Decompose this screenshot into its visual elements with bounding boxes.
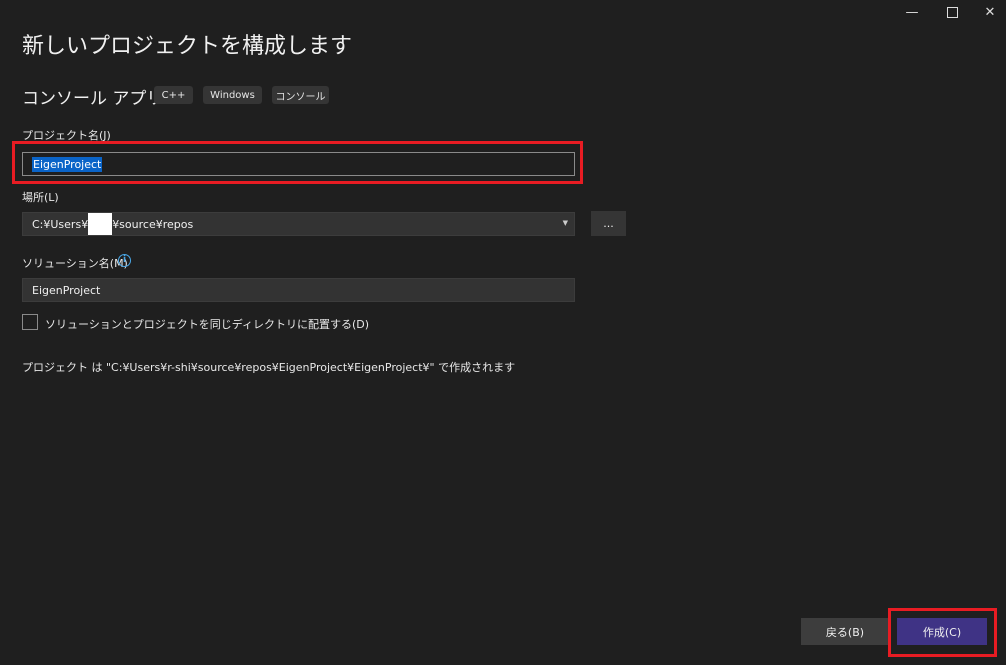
tag-windows: Windows: [203, 86, 262, 104]
close-button[interactable]: ✕: [971, 0, 1006, 24]
tag-cpp: C++: [154, 86, 193, 104]
location-dropdown[interactable]: C:¥Users¥ ¥source¥repos ▼: [22, 212, 575, 236]
browse-button[interactable]: ...: [591, 211, 626, 236]
solution-name-label: ソリューション名(M): [22, 255, 128, 271]
back-button[interactable]: 戻る(B): [801, 618, 889, 645]
tag-console: コンソール: [272, 86, 329, 104]
solution-name-value: EigenProject: [32, 284, 100, 297]
info-icon[interactable]: i: [118, 254, 131, 267]
same-dir-label[interactable]: ソリューションとプロジェクトを同じディレクトリに配置する(D): [45, 316, 369, 332]
create-button[interactable]: 作成(C): [897, 618, 987, 645]
project-name-value: EigenProject: [32, 157, 102, 172]
template-name: コンソール アプリ: [22, 84, 163, 109]
minimize-icon: —: [906, 5, 919, 20]
redaction: [88, 213, 112, 235]
page-title: 新しいプロジェクトを構成します: [22, 28, 352, 60]
summary-text: プロジェクト は "C:¥Users¥r-shi¥source¥repos¥Ei…: [22, 359, 515, 375]
close-icon: ✕: [985, 5, 996, 20]
location-label: 場所(L): [22, 189, 59, 205]
maximize-button[interactable]: [933, 0, 971, 24]
maximize-icon: [947, 7, 958, 18]
location-suffix: ¥source¥repos: [112, 218, 193, 231]
location-prefix: C:¥Users¥: [32, 218, 88, 231]
chevron-down-icon: ▼: [563, 219, 568, 227]
solution-name-input[interactable]: EigenProject: [22, 278, 575, 302]
project-name-input[interactable]: EigenProject: [22, 152, 575, 176]
same-dir-checkbox[interactable]: [22, 314, 38, 330]
minimize-button[interactable]: —: [893, 0, 931, 24]
